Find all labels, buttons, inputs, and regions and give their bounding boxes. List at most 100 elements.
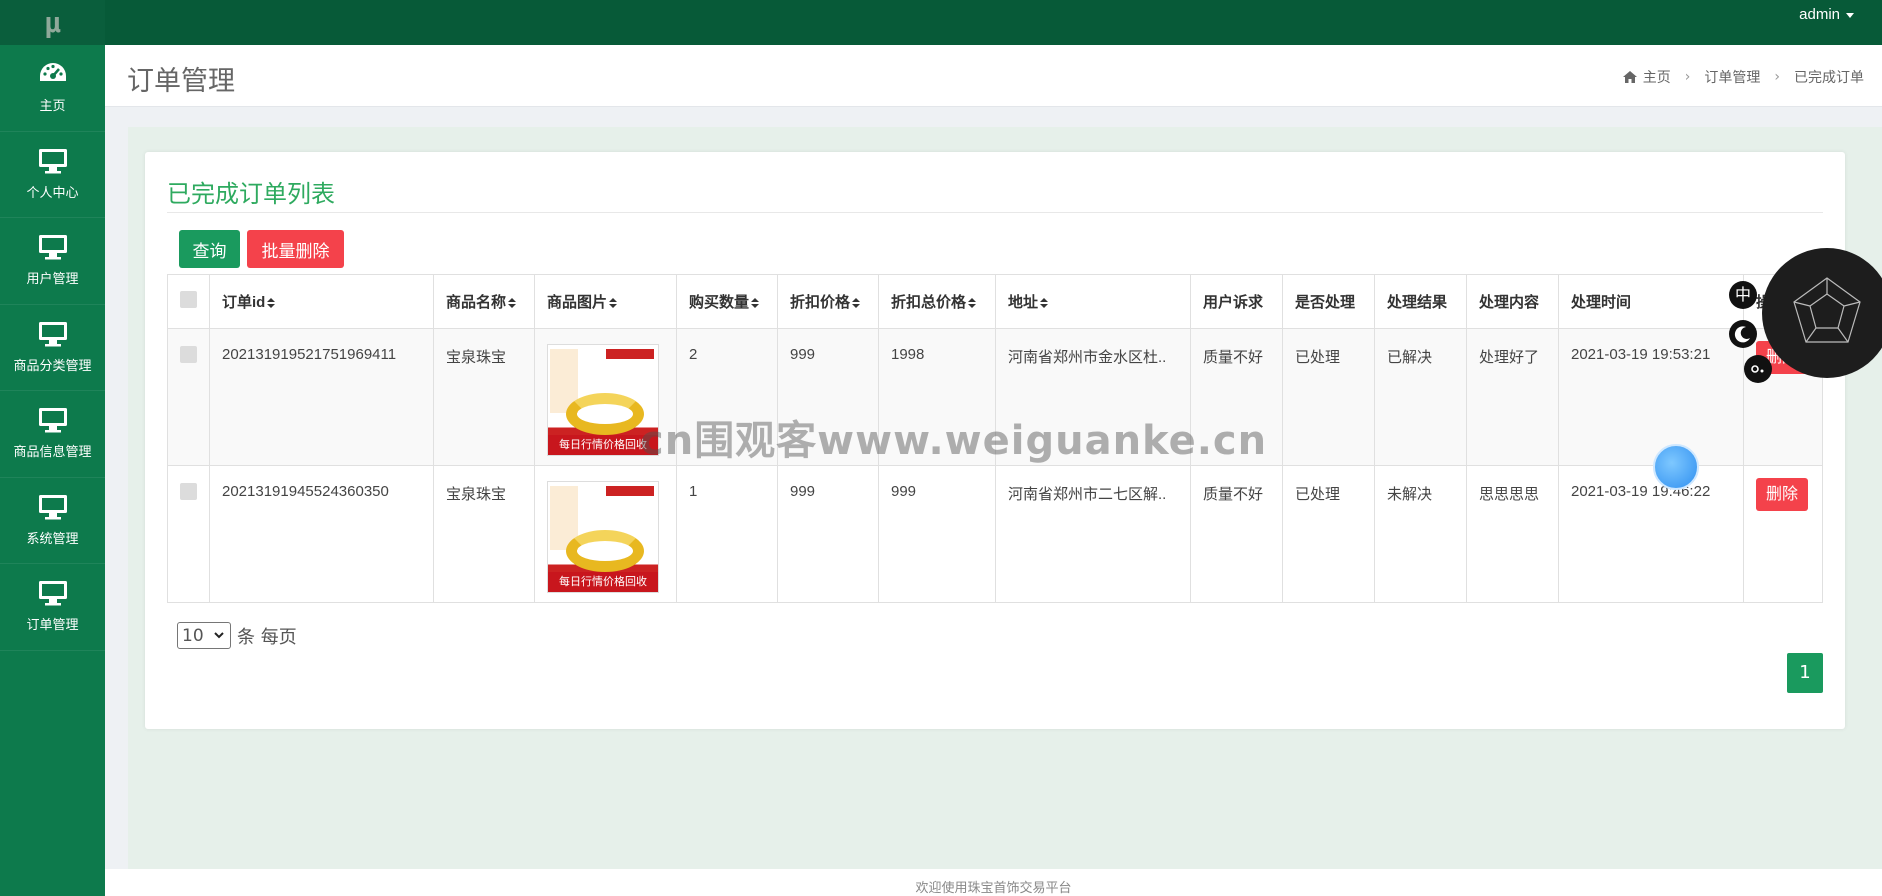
language-button[interactable]: 中: [1729, 281, 1757, 309]
breadcrumb-separator: ›: [1774, 69, 1780, 85]
more-icon: [1751, 365, 1764, 373]
handled-cell: 已处理: [1282, 328, 1375, 466]
col-name[interactable]: 商品名称: [433, 274, 535, 329]
sidebar-item-orders[interactable]: 订单管理: [0, 564, 105, 651]
sidebar-item-system[interactable]: 系统管理: [0, 478, 105, 564]
product-name-cell: 宝泉珠宝: [433, 328, 535, 466]
divider: [167, 212, 1823, 213]
page-button-current[interactable]: 1: [1787, 653, 1823, 693]
col-total[interactable]: 折扣总价格: [878, 274, 996, 329]
monitor-icon: [38, 494, 67, 520]
user-menu[interactable]: admin: [1799, 6, 1854, 23]
sort-icon: [508, 298, 517, 309]
page-header: 订单管理 主页 › 订单管理 › 已完成订单: [105, 45, 1882, 107]
content-cell: 思思思思: [1466, 465, 1559, 603]
col-result: 处理结果: [1374, 274, 1467, 329]
page-size-select[interactable]: 10: [177, 622, 231, 649]
per-page-label: 条 每页: [237, 626, 297, 648]
sidebar-item-products[interactable]: 商品信息管理: [0, 391, 105, 478]
sidebar-item-home[interactable]: 主页: [0, 45, 105, 132]
monitor-icon: [38, 148, 67, 174]
sidebar-item-users[interactable]: 用户管理: [0, 218, 105, 305]
result-cell: 已解决: [1374, 328, 1467, 466]
dashboard-icon: [39, 63, 66, 82]
time-cell: 2021-03-19 19:46:22: [1558, 465, 1744, 603]
assistant-bubble[interactable]: [1653, 444, 1699, 490]
time-cell: 2021-03-19 19:53:21: [1558, 328, 1744, 466]
sidebar-item-profile[interactable]: 个人中心: [0, 132, 105, 218]
sidebar-item-label: 订单管理: [26, 618, 79, 634]
watermark: cn围观客www.weiguanke.cn: [640, 418, 1268, 464]
moon-icon: [1734, 326, 1750, 343]
sidebar-item-label: 系统管理: [26, 531, 79, 547]
settings-button[interactable]: [1744, 355, 1772, 383]
handled-cell: 已处理: [1282, 465, 1375, 603]
sidebar: μ 主页 个人中心 用户管理 商品分类管理 商品信息管理 系统管理 订单管理: [0, 0, 105, 896]
page-title: 订单管理: [127, 66, 235, 97]
image-tag: [606, 349, 654, 359]
sort-icon: [1040, 298, 1049, 309]
bracelet-graphic: [566, 530, 644, 572]
table-row: 20213191945524360350 宝泉珠宝 每日行情价格回收 1 999…: [167, 465, 1823, 603]
appeal-cell: 质量不好: [1190, 465, 1283, 603]
breadcrumb-home[interactable]: 主页: [1643, 67, 1671, 87]
caret-down-icon: [1846, 12, 1854, 18]
sidebar-item-label: 用户管理: [26, 272, 79, 288]
row-checkbox[interactable]: [180, 483, 197, 500]
sidebar-item-label: 主页: [39, 99, 66, 115]
select-all-header: [167, 274, 210, 329]
col-content: 处理内容: [1466, 274, 1559, 329]
breadcrumb-current: 已完成订单: [1794, 70, 1864, 86]
sidebar-item-label: 商品信息管理: [13, 445, 92, 461]
col-price[interactable]: 折扣价格: [777, 274, 879, 329]
delete-button[interactable]: 删除: [1756, 478, 1808, 511]
col-handled: 是否处理: [1282, 274, 1375, 329]
col-quantity[interactable]: 购买数量: [676, 274, 778, 329]
page-size-control: 10 条 每页: [177, 622, 297, 649]
floating-widget[interactable]: [1762, 248, 1882, 378]
col-order-id[interactable]: 订单id: [209, 274, 434, 329]
product-name-cell: 宝泉珠宝: [433, 465, 535, 603]
col-time: 处理时间: [1558, 274, 1744, 329]
total-cell: 999: [878, 465, 996, 603]
order-id-cell: 20213191952175196941​1: [209, 328, 434, 466]
col-appeal: 用户诉求: [1190, 274, 1283, 329]
home-icon: [1622, 71, 1637, 83]
sort-icon: [968, 298, 977, 309]
result-cell: 未解决: [1374, 465, 1467, 603]
batch-delete-button[interactable]: 批量删除: [247, 230, 344, 268]
col-address[interactable]: 地址: [995, 274, 1191, 329]
breadcrumb-orders[interactable]: 订单管理: [1704, 67, 1760, 87]
product-image-cell: 每日行情价格回收: [534, 465, 677, 603]
sidebar-item-label: 商品分类管理: [13, 358, 92, 374]
monitor-icon: [38, 581, 67, 606]
order-id-cell: 20213191945524360350: [209, 465, 434, 603]
dark-mode-button[interactable]: [1729, 320, 1757, 348]
image-caption: 每日行情价格回收: [548, 572, 658, 592]
card-title: 已完成订单列表: [167, 180, 335, 208]
table-header-row: 订单id 商品名称 商品图片 购买数量 折扣价格 折扣总价格 地址 用户诉求 是…: [167, 274, 1823, 329]
sort-icon: [852, 298, 861, 309]
actions-cell: 删除: [1743, 465, 1823, 603]
polyhedron-icon: [1793, 277, 1861, 343]
sidebar-item-label: 个人中心: [26, 185, 79, 201]
breadcrumb: 主页 › 订单管理 › 已完成订单: [1622, 67, 1864, 87]
breadcrumb-separator: ›: [1684, 69, 1691, 85]
monitor-icon: [38, 408, 67, 433]
select-all-checkbox[interactable]: [180, 291, 197, 308]
sidebar-item-categories[interactable]: 商品分类管理: [0, 305, 105, 391]
image-tag: [606, 486, 654, 496]
monitor-icon: [38, 321, 67, 347]
product-image[interactable]: 每日行情价格回收: [547, 481, 659, 593]
chevron-down-icon: [214, 632, 224, 639]
row-select-cell: [167, 465, 210, 603]
content-cell: 处理好了: [1466, 328, 1559, 466]
sort-icon: [751, 298, 760, 309]
monitor-icon: [38, 235, 67, 260]
address-cell: 河南省郑州市二七区解..: [995, 465, 1191, 603]
row-checkbox[interactable]: [180, 346, 197, 363]
query-button[interactable]: 查询: [179, 230, 240, 268]
col-image[interactable]: 商品图片: [534, 274, 677, 329]
sort-icon: [267, 298, 276, 309]
logo[interactable]: μ: [0, 0, 105, 45]
